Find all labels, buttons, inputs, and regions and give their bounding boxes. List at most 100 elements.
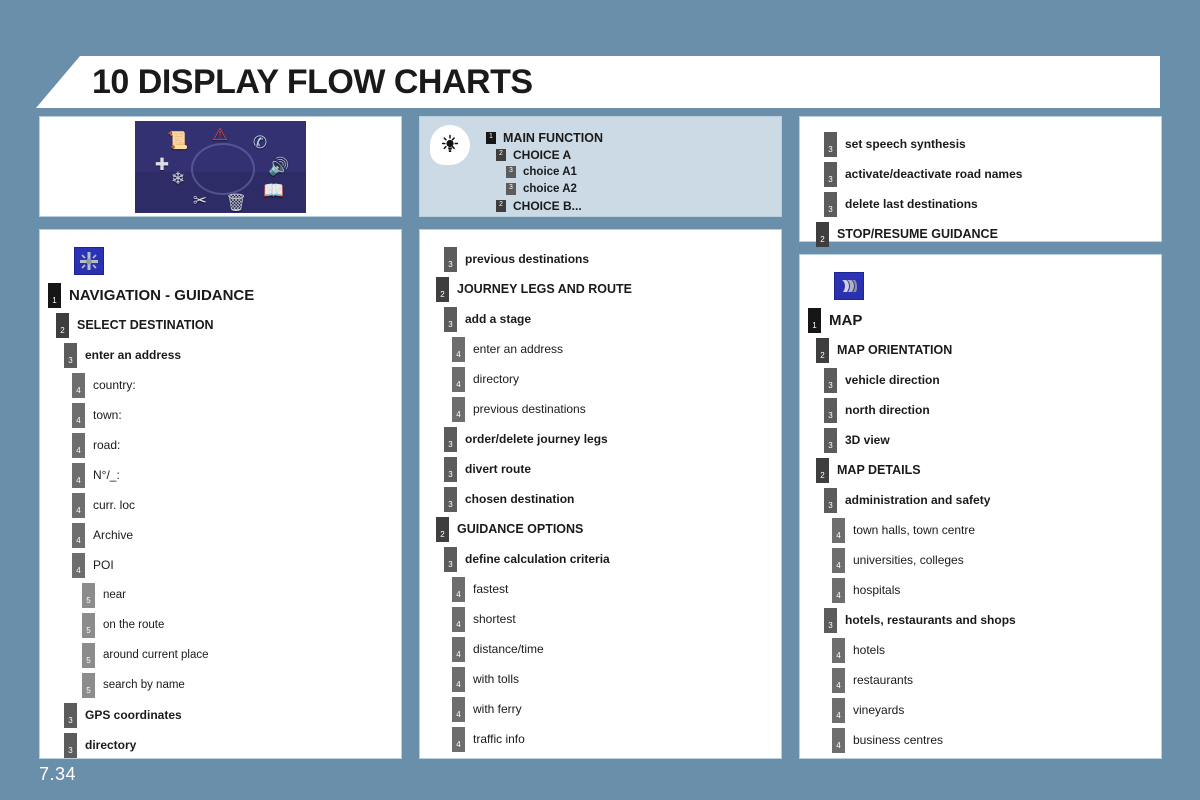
flow-row-label: MAP DETAILS [837, 463, 921, 477]
flow-row-label: choice A2 [523, 182, 577, 195]
flow-row-label: MAP ORIENTATION [837, 343, 953, 357]
flow-row-label: shortest [473, 612, 516, 626]
level-badge-3: 3 [444, 546, 457, 572]
level-badge-4: 4 [72, 462, 85, 488]
radio-icon: 🔊 [268, 156, 290, 176]
flow-row: 3 administration and safety [824, 485, 1153, 515]
level-badge-4: 4 [452, 576, 465, 602]
flow-row-label: curr. loc [93, 498, 136, 512]
flow-row-label: near [103, 589, 127, 601]
level-badge-4: 4 [452, 396, 465, 422]
speech-guidance-list: 3 set speech synthesis 3 activate/deactivat… [808, 129, 1153, 249]
folded-map-glyph [842, 280, 857, 292]
level-badge-3: 3 [64, 732, 77, 758]
screen-preview-panel: 📜 ⚠ ✆ 🔊 📖 🗑 ✂ ❄ ✚ [39, 116, 402, 217]
level-badge-4: 4 [452, 666, 465, 692]
level-badge-3: 3 [824, 607, 837, 633]
flow-row: 4 with tolls [452, 664, 773, 694]
flow-row: 3 choice A2 [506, 181, 771, 196]
level-badge-4: 4 [832, 547, 845, 573]
level-badge-4: 4 [72, 552, 85, 578]
level-badge-5: 5 [82, 642, 95, 668]
navigation-guidance-panel: 1 NAVIGATION - GUIDANCE 2 SELECT DESTINATIO… [39, 229, 402, 759]
flow-row: 4 business centres [832, 725, 1153, 755]
level-badge-3: 3 [444, 426, 457, 452]
flow-row-label: add a stage [465, 312, 532, 326]
navigation-icon: ✚ [154, 154, 170, 174]
flow-row-label: north direction [845, 403, 930, 417]
flow-row: 2 STOP/RESUME GUIDANCE [816, 219, 1153, 249]
flow-row-label: Archive [93, 528, 134, 542]
folded-map-icon [834, 272, 864, 300]
flow-row: 1 MAP [808, 305, 1153, 335]
flow-row: 3 chosen destination [444, 484, 773, 514]
flow-row-label: with tolls [473, 672, 520, 686]
flow-row: 5 search by name [82, 670, 393, 700]
flow-row-label: GPS coordinates [85, 708, 182, 722]
trash-icon: 🗑 [225, 192, 247, 212]
flow-row-label: search by name [103, 679, 185, 691]
level-badge-3: 3 [824, 397, 837, 423]
flow-row-label: hotels, restaurants and shops [845, 613, 1016, 627]
flow-row: 1 NAVIGATION - GUIDANCE [48, 280, 393, 310]
flow-row: 4 fastest [452, 574, 773, 604]
page-header-banner: 10 DISPLAY FLOW CHARTS [36, 56, 1160, 108]
flow-row: 4 POI [72, 550, 393, 580]
flow-row: 2 MAP ORIENTATION [816, 335, 1153, 365]
level-badge-5: 5 [82, 672, 95, 698]
flow-row-label: previous destinations [465, 252, 590, 266]
flow-row: 5 around current place [82, 640, 393, 670]
level-badge-3: 3 [444, 456, 457, 482]
lightbulb-icon [430, 125, 470, 165]
level-badge-1: 1 [808, 307, 821, 333]
column-right: 3 set speech synthesis 3 activate/deactivat… [799, 116, 1162, 759]
content-columns: 📜 ⚠ ✆ 🔊 📖 🗑 ✂ ❄ ✚ 1 NAVIGATION - GUIDANC… [39, 116, 1162, 759]
infotainment-menu-carousel: 📜 ⚠ ✆ 🔊 📖 🗑 ✂ ❄ ✚ [135, 120, 306, 213]
flow-row: 3 3D view [824, 425, 1153, 455]
flow-row: 2 GUIDANCE OPTIONS [436, 514, 773, 544]
level-badge-3: 3 [824, 367, 837, 393]
flow-row: 4 with ferry [452, 694, 773, 724]
flow-row: 4 road: [72, 430, 393, 460]
flow-row: 3 delete last destinations [824, 189, 1153, 219]
flow-row-label: restaurants [853, 673, 914, 687]
level-badge-3: 3 [444, 246, 457, 272]
flow-row-label: define calculation criteria [465, 552, 610, 566]
level-badge-4: 4 [832, 517, 845, 543]
flow-row-label: town halls, town centre [853, 523, 976, 537]
flow-row-label: CHOICE B... [513, 198, 582, 213]
level-badge-2: 2 [496, 199, 506, 212]
tools-icon: ✂ [192, 190, 208, 210]
flow-row-label: delete last destinations [845, 197, 978, 211]
navigation-guidance-list: 1 NAVIGATION - GUIDANCE 2 SELECT DESTINATIO… [48, 280, 393, 758]
flow-row-label: set speech synthesis [845, 137, 966, 151]
flow-row-label: directory [85, 738, 137, 752]
level-badge-3: 3 [506, 182, 516, 195]
level-badge-2: 2 [436, 516, 449, 542]
flow-row: 2 MAP DETAILS [816, 455, 1153, 485]
flow-row: 3 directory [64, 730, 393, 758]
level-badge-1: 1 [486, 131, 496, 144]
flow-row-label: MAP [829, 311, 863, 329]
speech-guidance-panel: 3 set speech synthesis 3 activate/deactivat… [799, 116, 1162, 247]
flow-row-label: JOURNEY LEGS AND ROUTE [457, 282, 633, 296]
flow-row: 4 directory [452, 364, 773, 394]
flow-row: 4 Archive [72, 520, 393, 550]
flow-row: 3 divert route [444, 454, 773, 484]
level-badge-3: 3 [824, 191, 837, 217]
flow-row: 3 activate/deactivate road names [824, 159, 1153, 189]
level-badge-3: 3 [824, 427, 837, 453]
flow-row-label: N°/_: [93, 468, 120, 482]
flow-row-label: hospitals [853, 583, 901, 597]
flow-row: 3 enter an address [64, 340, 393, 370]
journey-list: 3 previous destinations 2 JOURNEY LEGS AND … [428, 244, 773, 754]
flow-row: 4 traffic info [452, 724, 773, 754]
level-badge-5: 5 [82, 612, 95, 638]
journey-panel: 3 previous destinations 2 JOURNEY LEGS AND … [419, 229, 782, 759]
flow-row-label: previous destinations [473, 402, 586, 416]
flow-row: 3 north direction [824, 395, 1153, 425]
map-section-icon-row [834, 267, 1153, 305]
level-badge-3: 3 [824, 131, 837, 157]
level-badge-2: 2 [816, 337, 829, 363]
level-badge-4: 4 [72, 432, 85, 458]
